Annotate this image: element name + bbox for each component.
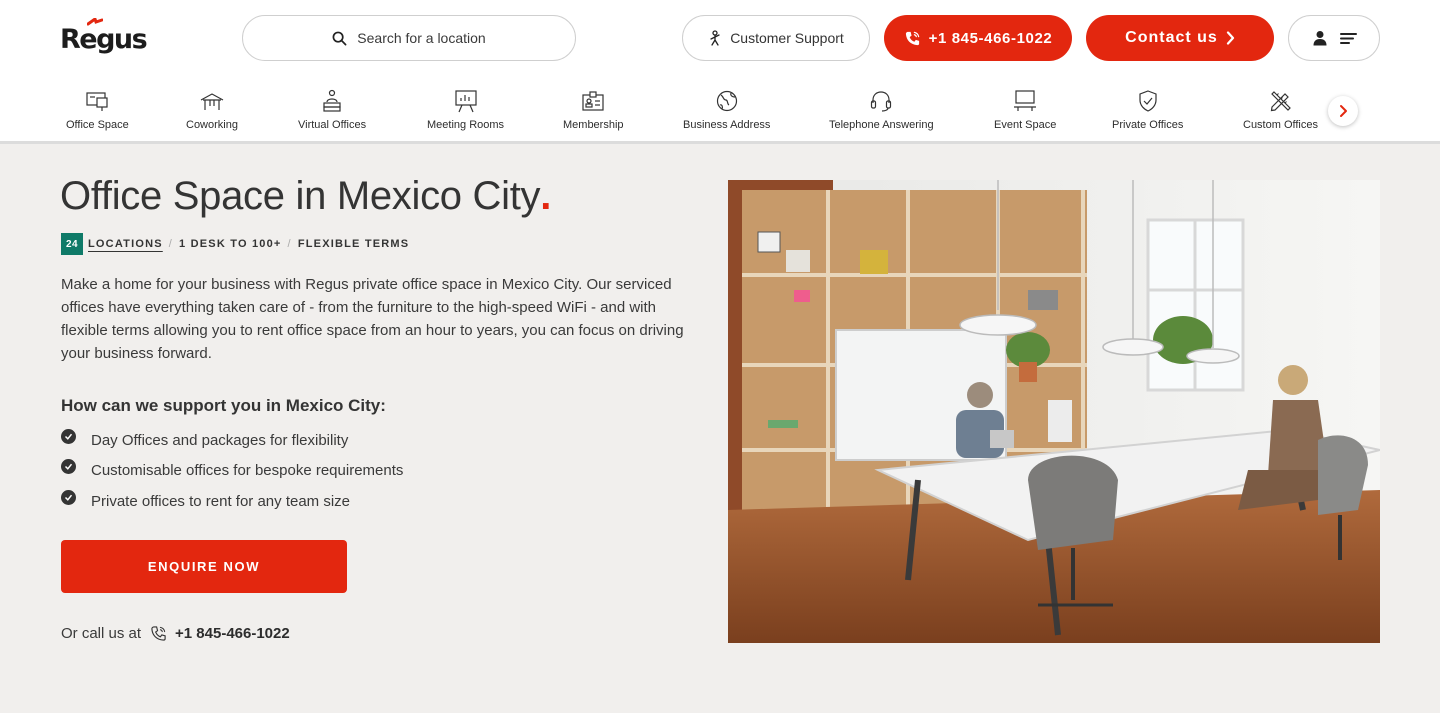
category-business-address[interactable]: Business Address (683, 88, 770, 136)
desk-range: 1 DESK TO 100+ (179, 238, 282, 250)
globe-icon (716, 90, 737, 112)
shield-check-icon (1139, 90, 1157, 112)
account-menu-button[interactable] (1288, 15, 1380, 61)
category-label: Office Space (66, 119, 129, 131)
category-label: Event Space (994, 119, 1057, 131)
check-icon (61, 428, 76, 444)
list-item: Private offices to rent for any team siz… (61, 486, 403, 517)
call-us-line: Or call us at +1 845-466-1022 (61, 625, 290, 642)
event-space-icon (1014, 90, 1037, 111)
meta-separator: / (168, 238, 174, 250)
category-private-offices[interactable]: Private Offices (1112, 88, 1183, 136)
location-meta: 24 LOCATIONS / 1 DESK TO 100+ / FLEXIBLE… (61, 233, 409, 255)
category-custom-offices[interactable]: Custom Offices (1243, 88, 1318, 136)
category-virtual-offices[interactable]: Virtual Offices (298, 88, 366, 136)
search-placeholder: Search for a location (357, 30, 486, 46)
customer-support-button[interactable]: Customer Support (682, 15, 870, 61)
logo-text: Regus (60, 24, 148, 55)
person-icon (710, 30, 720, 46)
chevron-right-icon (1226, 31, 1234, 45)
category-coworking[interactable]: Coworking (186, 88, 238, 136)
call-us-prefix: Or call us at (61, 625, 142, 642)
check-icon (61, 489, 76, 505)
location-count-badge: 24 (61, 233, 83, 255)
category-meeting-rooms[interactable]: Meeting Rooms (427, 88, 504, 136)
category-office-space[interactable]: Office Space (66, 88, 129, 136)
page-title-text: Office Space in Mexico City (60, 174, 541, 218)
category-label: Membership (563, 119, 624, 131)
headset-icon (871, 91, 892, 112)
contact-us-button[interactable]: Contact us (1086, 15, 1274, 61)
category-label: Private Offices (1112, 119, 1184, 131)
page-title: Office Space in Mexico City. (60, 174, 551, 219)
category-label: Telephone Answering (829, 119, 934, 131)
phone-icon (151, 626, 166, 641)
category-nav: Office Space Coworking Virtual Offices M… (0, 78, 1440, 144)
coworking-icon (200, 93, 224, 110)
phone-icon (905, 31, 919, 45)
office-hero-image (728, 180, 1380, 643)
presentation-board-icon (454, 90, 477, 113)
search-icon (332, 31, 347, 45)
list-item: Customisable offices for bespoke require… (61, 456, 403, 487)
locations-link[interactable]: LOCATIONS (88, 238, 163, 250)
location-search-input[interactable]: Search for a location (242, 15, 576, 61)
regus-logo[interactable]: Regus (60, 18, 148, 58)
contact-us-label: Contact us (1125, 29, 1218, 46)
office-desk-icon (86, 92, 108, 111)
phone-number-button[interactable]: +1 845-466-1022 (884, 15, 1072, 61)
hamburger-icon (1339, 32, 1357, 44)
support-list: Day Offices and packages for flexibility… (61, 425, 403, 517)
category-label: Meeting Rooms (427, 119, 505, 131)
list-item-text: Day Offices and packages for flexibility (91, 431, 349, 449)
user-icon (1313, 31, 1326, 46)
intro-paragraph: Make a home for your business with Regus… (61, 276, 684, 362)
membership-card-icon (582, 91, 604, 111)
office-scene-illustration (728, 180, 1380, 643)
list-item-text: Private offices to rent for any team siz… (91, 492, 351, 510)
category-label: Coworking (186, 119, 238, 131)
category-label: Custom Offices (1243, 119, 1318, 131)
pencil-ruler-icon (1270, 91, 1291, 112)
customer-support-label: Customer Support (730, 30, 844, 46)
category-membership[interactable]: Membership (563, 88, 624, 136)
list-item-text: Customisable offices for bespoke require… (91, 462, 404, 480)
meta-separator: / (287, 238, 292, 250)
enquire-now-button[interactable]: ENQUIRE NOW (61, 540, 347, 593)
virtual-office-icon (323, 89, 341, 112)
support-heading: How can we support you in Mexico City: (61, 396, 386, 415)
category-label: Virtual Offices (298, 119, 367, 131)
call-us-number[interactable]: +1 845-466-1022 (175, 625, 290, 642)
chevron-right-icon (1340, 105, 1347, 117)
category-event-space[interactable]: Event Space (994, 88, 1056, 136)
category-telephone-answering[interactable]: Telephone Answering (829, 88, 934, 136)
phone-number-label: +1 845-466-1022 (928, 29, 1053, 47)
title-accent-dot: . (540, 174, 552, 218)
category-scroll-next-button[interactable] (1328, 96, 1358, 126)
check-icon (61, 459, 76, 475)
terms-text: FLEXIBLE TERMS (297, 238, 410, 250)
list-item: Day Offices and packages for flexibility (61, 425, 403, 456)
site-header: Regus Search for a location Customer Sup… (0, 0, 1440, 78)
category-label: Business Address (683, 119, 771, 131)
